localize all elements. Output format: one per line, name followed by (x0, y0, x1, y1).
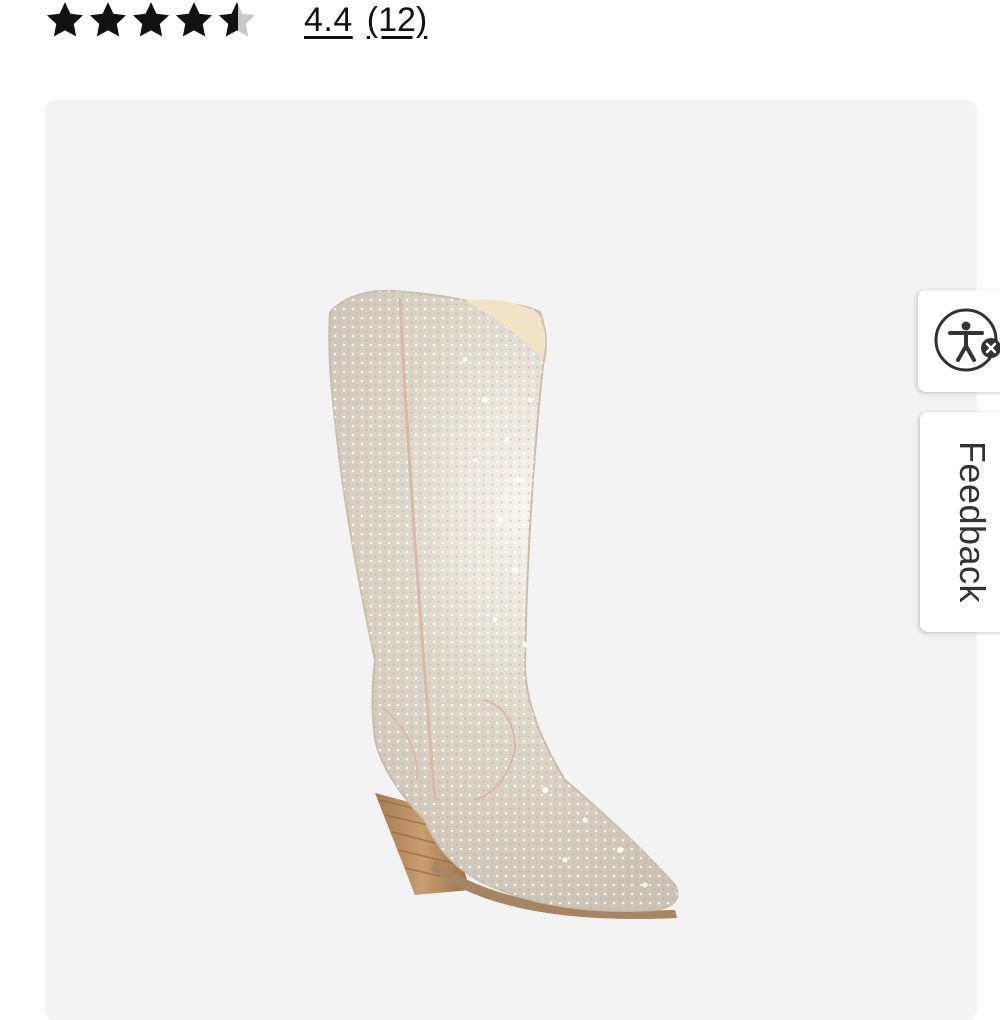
star-icon (175, 2, 213, 37)
product-image-panel[interactable] (45, 100, 977, 1020)
accessibility-widget-button[interactable] (918, 290, 1000, 392)
star-icon (89, 2, 127, 37)
feedback-label: Feedback (952, 440, 993, 604)
rating-value-link[interactable]: 4.4 (304, 1, 353, 40)
partial-star-icon (218, 2, 256, 37)
star-rating (44, 0, 258, 41)
feedback-tab-button[interactable]: Feedback (920, 412, 1000, 632)
rating-row: 4.4 (12) (44, 0, 427, 46)
accessibility-icon (934, 308, 1000, 372)
star-icon (46, 2, 84, 37)
review-count-link[interactable]: (12) (367, 1, 427, 40)
crystal-western-boot-image (328, 289, 679, 919)
star-icon (132, 2, 170, 37)
